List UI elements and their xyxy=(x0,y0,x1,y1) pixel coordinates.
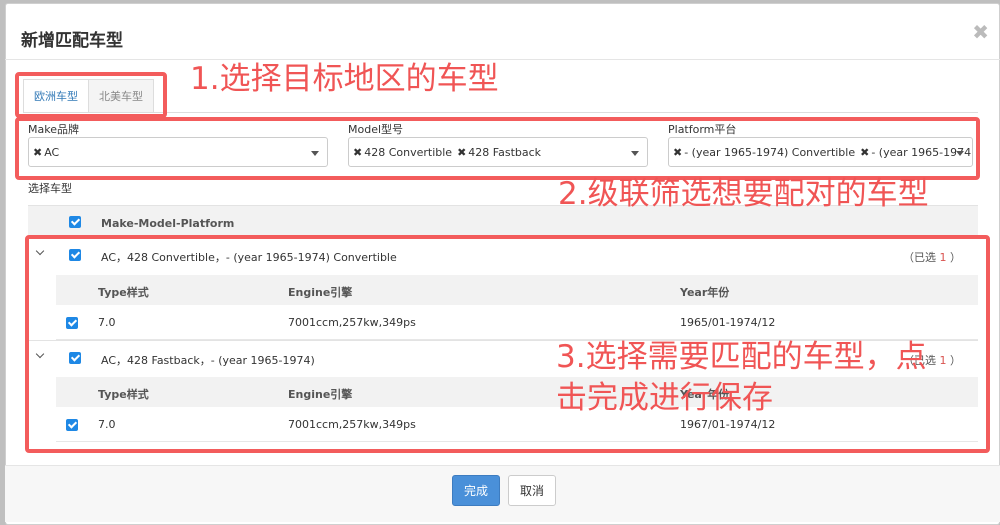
cancel-button[interactable]: 取消 xyxy=(508,475,556,506)
annotation-box-step1 xyxy=(15,72,167,118)
select-vehicle-label: 选择车型 xyxy=(28,182,72,195)
column-header: Make-Model-Platform xyxy=(101,217,235,230)
annotation-box-step2 xyxy=(15,117,980,180)
annotation-step3-line2: 击完成进行保存 xyxy=(556,380,773,416)
modal-footer xyxy=(5,465,1000,522)
close-icon[interactable]: ✖ xyxy=(972,22,989,42)
select-all-checkbox[interactable] xyxy=(69,216,81,228)
annotation-step2: 2.级联筛选想要配对的车型 xyxy=(558,176,929,212)
annotation-step3-line1: 3.选择需要匹配的车型，点 xyxy=(556,339,927,375)
done-button[interactable]: 完成 xyxy=(452,475,500,506)
annotation-step1: 1.选择目标地区的车型 xyxy=(190,61,499,97)
header-divider xyxy=(5,59,1000,60)
modal-title: 新增匹配车型 xyxy=(21,31,123,51)
